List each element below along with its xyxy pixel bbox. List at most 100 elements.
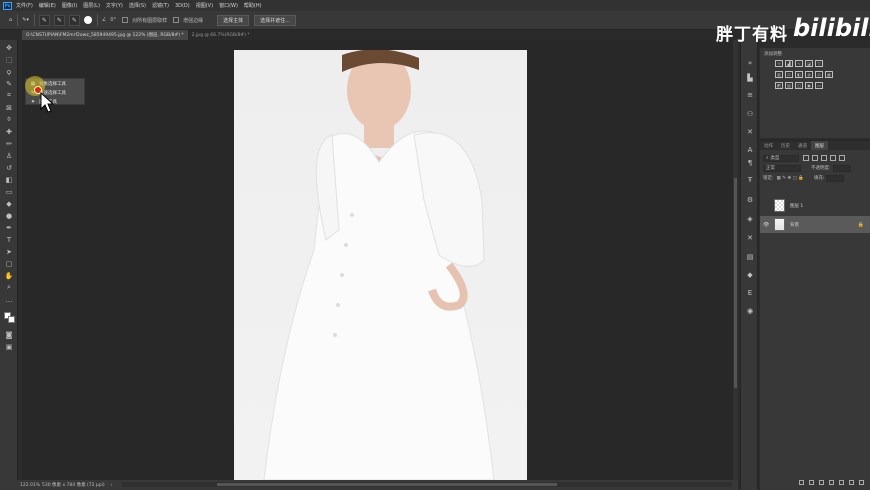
tab-document-1[interactable]: O:\CNSTUPIAN\FM2mrf2owz_585949495.jpg @ … bbox=[22, 30, 188, 40]
lock-icons[interactable]: ▦ ✎ ✥ ▢ 🔒 bbox=[777, 176, 804, 181]
brush-tool-icon[interactable]: ✏ bbox=[4, 139, 14, 148]
layer-style-icon[interactable] bbox=[809, 480, 814, 485]
link-layers-icon[interactable] bbox=[799, 480, 804, 485]
eyedropper-tool-icon[interactable]: ⌽ bbox=[4, 115, 14, 124]
layer-name[interactable]: 背景 bbox=[790, 222, 799, 228]
invert-icon[interactable]: ◩ bbox=[775, 82, 783, 89]
menu-filter[interactable]: 滤镜(T) bbox=[152, 2, 169, 9]
eye-icon[interactable]: 👁 bbox=[763, 222, 771, 228]
layer-row-background[interactable]: 👁 背景 🔒 bbox=[760, 216, 870, 233]
menu-view[interactable]: 视图(V) bbox=[196, 2, 213, 9]
scrollbar-thumb[interactable] bbox=[217, 483, 557, 486]
marquee-tool-icon[interactable]: ⬚ bbox=[4, 55, 14, 64]
vibrance-icon[interactable]: ▽ bbox=[815, 60, 823, 67]
select-subject-button[interactable]: 选择主体 bbox=[217, 14, 250, 26]
menu-type[interactable]: 文字(Y) bbox=[106, 2, 123, 9]
selective-color-icon[interactable]: ▣ bbox=[805, 82, 813, 89]
fill-field[interactable] bbox=[826, 174, 845, 182]
ep-plugin-icon[interactable]: E bbox=[745, 288, 755, 298]
delete-layer-icon[interactable] bbox=[859, 480, 864, 485]
document-canvas-image[interactable] bbox=[234, 50, 527, 480]
histogram-icon[interactable]: ▙ bbox=[745, 73, 755, 83]
enhance-edge-checkbox[interactable] bbox=[173, 17, 180, 23]
curves-icon[interactable]: ∿ bbox=[795, 60, 803, 67]
pen-tool-icon[interactable]: ✒ bbox=[4, 223, 14, 232]
type-tool-icon[interactable]: T bbox=[4, 235, 14, 244]
menu-3d[interactable]: 3D(D) bbox=[175, 3, 190, 9]
move-tool-icon[interactable]: ✥ bbox=[4, 43, 14, 52]
menu-edit[interactable]: 编辑(E) bbox=[39, 2, 56, 9]
select-and-mask-button[interactable]: 选择并遮住... bbox=[254, 14, 296, 26]
new-layer-icon[interactable] bbox=[849, 480, 854, 485]
color-lookup-icon[interactable]: ▦ bbox=[825, 71, 833, 78]
cc-icon[interactable]: ◉ bbox=[745, 306, 755, 316]
quick-selection-tool-icon[interactable]: ✎ bbox=[4, 79, 14, 88]
threshold-icon[interactable]: ◫ bbox=[795, 82, 803, 89]
opacity-field[interactable] bbox=[832, 164, 851, 172]
frame-tool-icon[interactable]: ⊠ bbox=[4, 103, 14, 112]
channel-mixer-icon[interactable]: ◎ bbox=[815, 71, 823, 78]
menu-help[interactable]: 帮助(H) bbox=[244, 2, 262, 9]
zoom-level[interactable]: 122.01% bbox=[20, 483, 42, 488]
vertical-scrollbar[interactable] bbox=[733, 40, 738, 480]
adjustments-icon[interactable]: ≡ bbox=[745, 90, 755, 100]
eraser-tool-icon[interactable]: ◧ bbox=[4, 175, 14, 184]
zoom-tool-icon[interactable]: ⌕ bbox=[4, 283, 14, 292]
sample-all-layers-checkbox[interactable] bbox=[122, 17, 129, 23]
brush-size-icon[interactable] bbox=[83, 16, 92, 24]
black-white-icon[interactable]: ◧ bbox=[795, 71, 803, 78]
menu-select[interactable]: 选择(S) bbox=[129, 2, 146, 9]
menu-window[interactable]: 窗口(W) bbox=[219, 2, 238, 9]
plugin-icon[interactable]: ◆ bbox=[745, 270, 755, 280]
brush-settings-icon[interactable]: ⚙ bbox=[745, 195, 755, 205]
subtract-selection-icon[interactable]: ✎ bbox=[68, 14, 80, 26]
layer-row-layer-1[interactable]: 图层 1 bbox=[760, 197, 870, 214]
home-icon[interactable]: ⌂ bbox=[9, 15, 12, 26]
rectangle-tool-icon[interactable]: ▢ bbox=[4, 259, 14, 268]
filter-adjustment-icon[interactable] bbox=[812, 155, 818, 161]
character-icon[interactable]: A bbox=[745, 145, 755, 155]
3d-icon[interactable]: ◈ bbox=[745, 214, 755, 224]
flyout-item-magic-wand[interactable]: ✦ 魔棒工具 bbox=[26, 97, 84, 106]
hue-saturation-icon[interactable]: ▥ bbox=[775, 71, 783, 78]
horizontal-scrollbar[interactable] bbox=[122, 482, 732, 487]
levels-icon[interactable]: ▟ bbox=[785, 60, 793, 67]
screen-mode-icon[interactable]: ▣ bbox=[4, 342, 14, 351]
filter-shape-icon[interactable] bbox=[830, 155, 836, 161]
blur-tool-icon[interactable]: ◆ bbox=[4, 199, 14, 208]
status-arrow-icon[interactable]: › bbox=[111, 483, 113, 488]
new-group-icon[interactable] bbox=[839, 480, 844, 485]
lasso-tool-icon[interactable]: ϙ bbox=[4, 67, 14, 76]
photo-filter-icon[interactable]: ◍ bbox=[805, 71, 813, 78]
history-brush-icon[interactable]: ↺ bbox=[4, 163, 14, 172]
cross-icon[interactable]: ✕ bbox=[745, 233, 755, 243]
more-tools-icon[interactable]: … bbox=[4, 295, 14, 304]
add-selection-icon[interactable]: ✎ bbox=[53, 14, 65, 26]
layer-name[interactable]: 图层 1 bbox=[790, 203, 803, 209]
dodge-tool-icon[interactable]: ● bbox=[4, 211, 14, 220]
posterize-icon[interactable]: ▨ bbox=[785, 82, 793, 89]
filter-pixel-icon[interactable] bbox=[803, 155, 809, 161]
gradient-map-icon[interactable]: ▭ bbox=[815, 82, 823, 89]
filter-type-icon[interactable] bbox=[821, 155, 827, 161]
gradient-tool-icon[interactable]: ▭ bbox=[4, 187, 14, 196]
exposure-icon[interactable]: ◪ bbox=[805, 60, 813, 67]
menu-file[interactable]: 文件(F) bbox=[16, 2, 33, 9]
tab-document-2[interactable]: 2.jpg @ 66.7%(RGB/8#) * bbox=[188, 30, 254, 40]
tab-history[interactable]: 历史 bbox=[777, 141, 794, 150]
tools-cross-icon[interactable]: ✕ bbox=[745, 127, 755, 137]
background-color-swatch[interactable] bbox=[8, 316, 15, 323]
layer-filter-select[interactable]: ⌕ 类型 bbox=[763, 154, 799, 162]
tab-channels[interactable]: 通道 bbox=[794, 141, 811, 150]
tool-preset-icon[interactable]: ✎▾ bbox=[22, 15, 29, 26]
tab-layers[interactable]: 图层 bbox=[811, 141, 828, 150]
libraries-icon[interactable]: ▤ bbox=[745, 252, 755, 262]
healing-brush-icon[interactable]: ✚ bbox=[4, 127, 14, 136]
paragraph-icon[interactable]: ¶ bbox=[745, 158, 755, 168]
add-mask-icon[interactable] bbox=[819, 480, 824, 485]
menu-image[interactable]: 图像(I) bbox=[62, 2, 77, 9]
new-selection-icon[interactable]: ✎ bbox=[38, 14, 50, 26]
tab-actions[interactable]: 动作 bbox=[760, 141, 777, 150]
collapse-icon[interactable]: » bbox=[745, 58, 755, 68]
clone-stamp-icon[interactable]: ♙ bbox=[4, 151, 14, 160]
